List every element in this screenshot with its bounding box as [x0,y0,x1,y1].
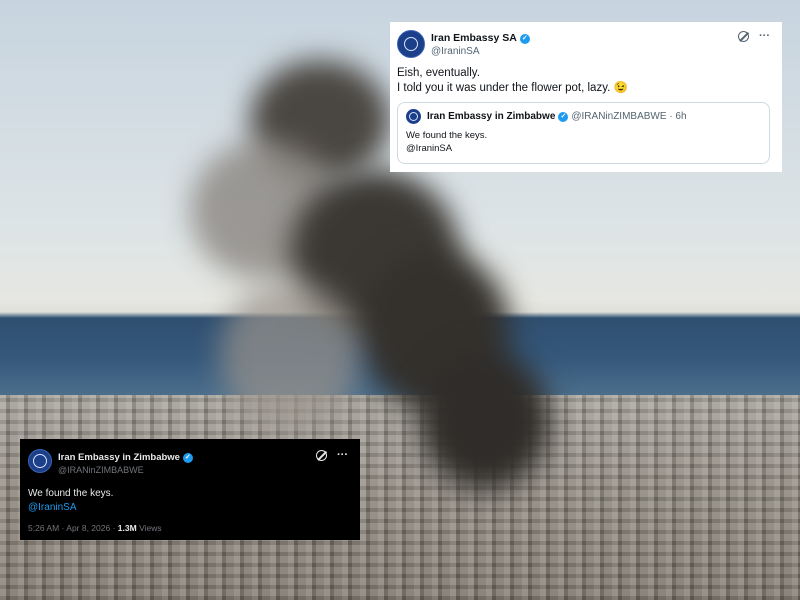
quoted-author-names: Iran Embassy in Zimbabwe ✓ @IRANinZIMBAB… [427,110,687,123]
tweet-header: Iran Embassy in Zimbabwe ✓ @IRANinZIMBAB… [28,449,348,477]
quoted-author-display-name-text: Iran Embassy in Zimbabwe [427,111,556,122]
quoted-tweet-text: We found the keys. @IraninSA [406,129,761,155]
tweet-text: Eish, eventually. I told you it was unde… [397,66,770,96]
author-display-name-text: Iran Embassy SA [431,32,517,44]
grok-icon[interactable] [316,449,327,461]
author-display-name-text: Iran Embassy in Zimbabwe [58,452,180,463]
avatar[interactable] [397,30,425,58]
tweet-actions: ··· [316,449,348,461]
tweet-card-iraninzimbabwe[interactable]: Iran Embassy in Zimbabwe ✓ @IRANinZIMBAB… [20,439,360,540]
quoted-tweet-header: Iran Embassy in Zimbabwe ✓ @IRANinZIMBAB… [406,109,761,124]
tweet-text-line: We found the keys. [28,488,114,499]
emblem-icon [409,112,418,121]
verified-badge-icon: ✓ [519,33,530,44]
smoke-plume [220,280,360,430]
quoted-author-handle: @IRANinZIMBABWE · 6h [571,111,687,122]
author-display-name[interactable]: Iran Embassy SA ✓ [431,32,530,45]
quoted-avatar [406,109,421,124]
author-handle[interactable]: @IRANinZIMBABWE [58,464,193,477]
views-label: Views [139,523,162,533]
verified-badge-icon: ✓ [182,452,193,463]
quoted-mention[interactable]: @IraninSA [406,142,761,155]
smoke-plume [420,350,550,490]
author-display-name[interactable]: Iran Embassy in Zimbabwe ✓ [58,451,193,464]
more-options-icon[interactable]: ··· [337,449,348,461]
verified-badge-icon: ✓ [558,111,569,122]
mention-link[interactable]: @IraninSA [28,501,348,515]
author-names: Iran Embassy SA ✓ @IraninSA [431,30,530,58]
author-handle[interactable]: @IraninSA [431,45,530,58]
tweet-text: We found the keys. @IraninSA [28,487,348,515]
tweet-text-line: Eish, eventually. [397,67,480,79]
quoted-author-display-name: Iran Embassy in Zimbabwe ✓ [427,110,569,123]
tweet-text-line: I told you it was under the flower pot, … [397,82,628,94]
tweet-meta: 5:26 AM · Apr 8, 2026 · 1.3M Views [28,523,348,533]
views-count: 1.3M [117,523,137,533]
tweet-card-iraninsa[interactable]: Iran Embassy SA ✓ @IraninSA ··· Eish, ev… [390,22,782,172]
emblem-icon [404,37,418,51]
author-names: Iran Embassy in Zimbabwe ✓ @IRANinZIMBAB… [58,449,193,477]
tweet-header: Iran Embassy SA ✓ @IraninSA ··· [397,30,770,58]
tweet-timestamp[interactable]: 5:26 AM · Apr 8, 2026 · [28,523,115,533]
quoted-tweet[interactable]: Iran Embassy in Zimbabwe ✓ @IRANinZIMBAB… [397,102,770,164]
more-options-icon[interactable]: ··· [759,30,770,42]
avatar[interactable] [28,449,52,473]
emblem-icon [33,454,47,468]
grok-icon[interactable] [738,30,749,42]
quoted-text-line: We found the keys. [406,130,488,141]
tweet-actions: ··· [738,30,770,42]
